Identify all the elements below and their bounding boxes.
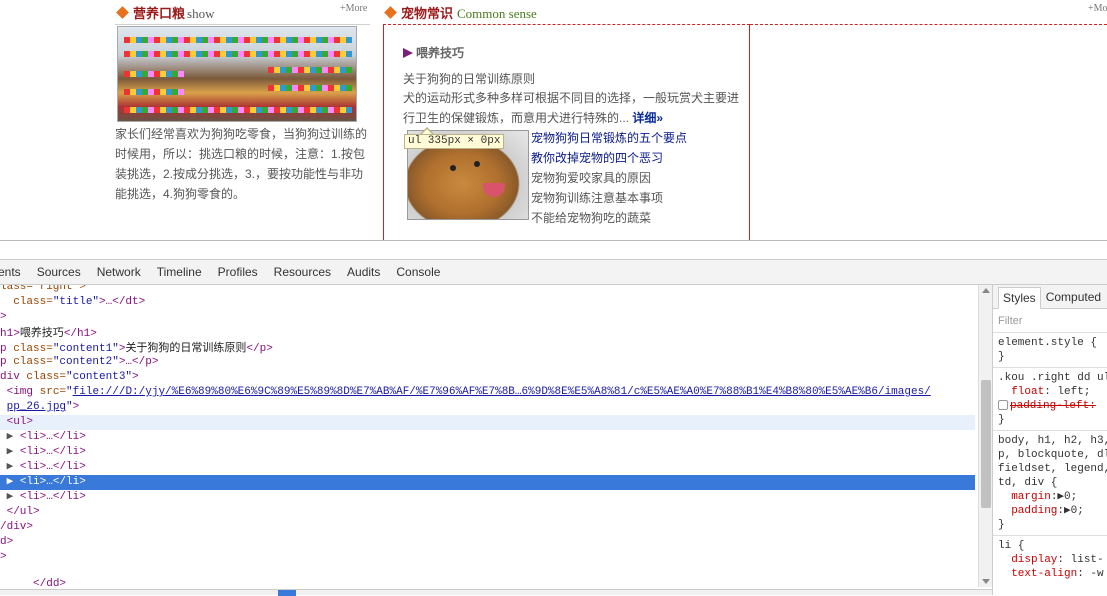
- webpage-viewport: 营养口粮 show +More 家长们经常喜欢为狗狗吃零食，当狗狗过训练的时候用，…: [0, 0, 1107, 240]
- list-item[interactable]: 宠物狗训练注意基本事项: [531, 188, 687, 208]
- style-rule: .kou .right dd ul float: left; padding-l…: [993, 368, 1107, 431]
- tips-link-list: 宠物狗狗日常锻炼的五个要点 教你改掉宠物的四个恶习 宠物狗爱咬家具的原因 宠物狗…: [531, 128, 687, 228]
- pet-store-image: [117, 26, 357, 122]
- dom-node-ul[interactable]: <ul>: [0, 415, 975, 430]
- dom-node[interactable]: </ul>: [0, 505, 975, 520]
- img-src-link[interactable]: file:///D:/yjy/%E6%89%80%E6%9C%89%E5%89%…: [73, 386, 931, 398]
- dashed-divider: [750, 24, 1107, 25]
- dom-node[interactable]: >: [0, 550, 975, 565]
- dom-node-li[interactable]: ▶ <li>…</li>: [0, 430, 975, 445]
- devtools-panel: ments Sources Network Timeline Profiles …: [0, 240, 1107, 596]
- tab-elements[interactable]: ments: [0, 265, 29, 279]
- breadcrumb-selected[interactable]: [278, 590, 296, 596]
- style-rule: li { display: list- text-align: -w: [998, 540, 1104, 580]
- element-size-tooltip: ul 335px × 0px: [404, 134, 505, 149]
- tab-computed[interactable]: Computed: [1041, 286, 1106, 308]
- dom-tree[interactable]: lass="right"> class="title">…</dt> > h1>…: [0, 285, 978, 589]
- common-sense-more-link[interactable]: +Mo: [1088, 3, 1107, 14]
- tab-profiles[interactable]: Profiles: [210, 265, 266, 279]
- dom-node-li[interactable]: ▶ <li>…</li>: [0, 490, 975, 505]
- section-divider: [115, 24, 370, 25]
- nutrition-section-title: 营养口粮 show: [133, 5, 215, 21]
- style-rule: body, h1, h2, h3, p, blockquote, dl fiel…: [993, 431, 1107, 536]
- styles-tab-bar: Styles Computed: [993, 285, 1107, 309]
- arrow-bullet-icon: [403, 47, 413, 58]
- tab-audits[interactable]: Audits: [339, 265, 388, 279]
- diamond-bullet-icon: [384, 5, 397, 19]
- styles-pane: Styles Computed Filter element.style { }…: [992, 285, 1107, 595]
- dom-node-content3[interactable]: div class="content3">: [0, 370, 975, 385]
- dom-node[interactable]: lass="right">: [0, 285, 975, 295]
- common-sense-section-header: 宠物常识 Common sense: [383, 0, 537, 24]
- tab-resources[interactable]: Resources: [266, 265, 339, 279]
- dom-node[interactable]: class="title">…</dt>: [0, 295, 975, 310]
- diamond-bullet-icon: [116, 5, 129, 19]
- tab-timeline[interactable]: Timeline: [149, 265, 210, 279]
- dom-node-h1[interactable]: h1>喂养技巧</h1>: [0, 325, 975, 340]
- list-item[interactable]: 宠物狗狗日常锻炼的五个要点: [531, 128, 687, 148]
- list-item[interactable]: 教你改掉宠物的四个恶习: [531, 148, 687, 168]
- scrollbar-thumb[interactable]: [981, 380, 991, 508]
- nutrition-section-header: 营养口粮 show: [115, 0, 214, 24]
- dom-node[interactable]: >: [0, 310, 975, 325]
- tab-network[interactable]: Network: [89, 265, 149, 279]
- dom-node-img-cont[interactable]: pp_26.jpg">: [0, 400, 975, 415]
- dom-node-li[interactable]: ▶ <li>…</li>: [0, 445, 975, 460]
- training-principle-text: 关于狗狗的日常训练原则: [403, 72, 536, 86]
- common-sense-section-title: 宠物常识 Common sense: [401, 5, 537, 21]
- dom-node[interactable]: </dd>: [0, 577, 975, 589]
- nutrition-more-link[interactable]: +More: [340, 3, 367, 14]
- dom-node-li-selected[interactable]: ▶ <li>…</li>: [0, 475, 975, 490]
- dom-node[interactable]: d>: [0, 535, 975, 550]
- dom-node-content1[interactable]: p class="content1">关于狗狗的日常训练原则</p>: [0, 340, 975, 355]
- dom-node[interactable]: /div>: [0, 520, 975, 535]
- devtools-tab-bar: ments Sources Network Timeline Profiles …: [0, 259, 1107, 285]
- exercise-description: 犬的运动形式多种多样可根据不同目的选择，一般玩赏犬主要进行卫生的保健锻炼，而意用…: [403, 91, 740, 125]
- list-item[interactable]: 宠物狗爱咬家具的原因: [531, 168, 687, 188]
- feeding-tips-heading: 喂养技巧: [403, 44, 464, 61]
- tab-console[interactable]: Console: [388, 265, 448, 279]
- scroll-up-icon[interactable]: [982, 288, 990, 293]
- scroll-down-icon[interactable]: [982, 579, 990, 584]
- styles-filter-input[interactable]: Filter: [993, 309, 1107, 333]
- breadcrumb-bar: [0, 589, 992, 596]
- tab-styles[interactable]: Styles: [998, 287, 1041, 309]
- list-item[interactable]: 不能给宠物狗吃的蔬菜: [531, 208, 687, 228]
- dom-node-li[interactable]: ▶ <li>…</li>: [0, 460, 975, 475]
- dom-node-img[interactable]: <img src="file:///D:/yjy/%E6%89%80%E6%9C…: [0, 385, 975, 400]
- tab-sources[interactable]: Sources: [29, 265, 89, 279]
- property-checkbox[interactable]: [998, 400, 1008, 411]
- style-rule: element.style { }: [993, 333, 1107, 368]
- nutrition-description: 家长们经常喜欢为狗狗吃零食，当狗狗过训练的时候用，所以：挑选口粮的时候，注意：1…: [115, 127, 368, 201]
- detail-link[interactable]: 详细»: [632, 111, 663, 125]
- dom-tree-scrollbar[interactable]: [978, 285, 992, 587]
- dom-node-content2[interactable]: p class="content2">…</p>: [0, 355, 975, 370]
